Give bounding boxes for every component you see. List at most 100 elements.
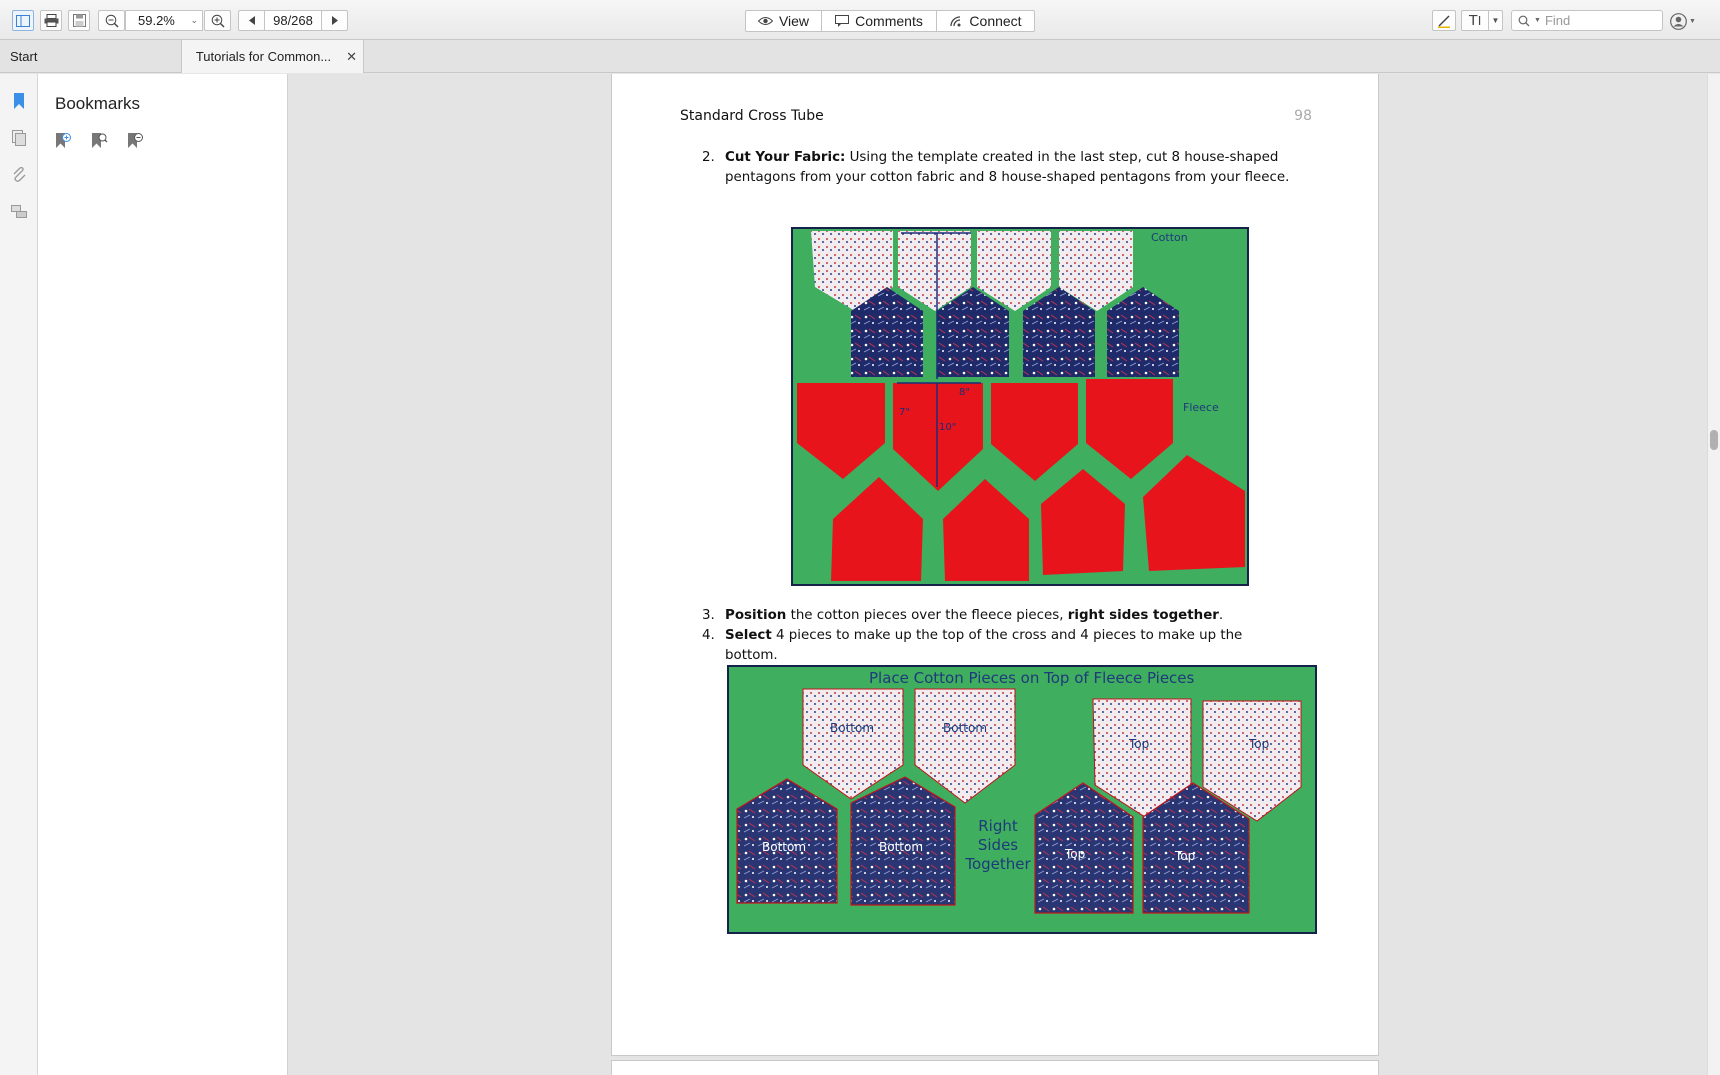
bottom-label: Bottom xyxy=(830,721,875,735)
account-button[interactable]: ▼ xyxy=(1670,11,1698,31)
text-tool-dropdown[interactable]: ▼ xyxy=(1488,10,1503,31)
connect-label: Connect xyxy=(969,13,1022,29)
vertical-scrollbar[interactable] xyxy=(1707,74,1720,1075)
top-label: Top xyxy=(1249,737,1270,751)
navigation-panel-rail xyxy=(0,74,38,1075)
step-bold: Position xyxy=(725,608,787,623)
pencil-icon xyxy=(1438,14,1450,28)
step-bold: right sides together xyxy=(1067,608,1219,623)
search-bookmark-button[interactable] xyxy=(90,132,110,152)
chevron-down-icon: ▼ xyxy=(1491,16,1500,25)
save-button[interactable] xyxy=(68,10,90,31)
dimension-7-label: 7" xyxy=(899,407,910,418)
step-number: 2. xyxy=(702,150,715,165)
comments-button[interactable]: Comments xyxy=(821,10,937,32)
zoom-out-icon xyxy=(105,14,118,27)
label-line: Together xyxy=(965,855,1031,873)
label-line: Sides xyxy=(977,836,1019,854)
pages-panel-button[interactable] xyxy=(10,129,28,147)
comments-label: Comments xyxy=(855,13,923,29)
highlight-tool-button[interactable] xyxy=(1432,10,1456,31)
step-bold: Cut Your Fabric: xyxy=(725,150,846,165)
scrollbar-thumb[interactable] xyxy=(1710,430,1718,450)
dimension-8-label: 8" xyxy=(959,387,970,398)
caret-left-icon xyxy=(248,16,255,25)
bottom-label: Bottom xyxy=(879,840,924,854)
connect-icon xyxy=(950,16,961,27)
print-icon xyxy=(44,14,58,27)
remove-bookmark-button[interactable] xyxy=(126,132,146,152)
bookmarks-panel-button[interactable] xyxy=(10,92,28,110)
attachments-panel-button[interactable] xyxy=(10,166,28,184)
fabric-pieces-illustration xyxy=(797,231,1245,581)
comment-icon xyxy=(835,15,850,27)
chevron-down-icon: ▼ xyxy=(1689,17,1696,25)
add-bookmark-button[interactable] xyxy=(54,132,74,152)
chevron-down-icon: ⌄ xyxy=(190,15,198,25)
user-icon xyxy=(1670,12,1687,30)
text-tool-button[interactable]: TI xyxy=(1461,10,1489,31)
bookmark-search-icon xyxy=(92,133,108,148)
step-text: 4 pieces to make up the top of the cross… xyxy=(725,628,1243,663)
top-label: Top xyxy=(1129,737,1150,751)
label-line: Right xyxy=(978,817,1018,835)
right-sides-together-label: Right Sides Together xyxy=(961,817,1035,874)
page-number-field[interactable]: 98/268 xyxy=(264,10,322,31)
step-body: Position the cotton pieces over the flee… xyxy=(725,606,1295,626)
text-tool-icon: TI xyxy=(1468,12,1482,29)
step-body: Select 4 pieces to make up the top of th… xyxy=(725,626,1295,666)
zoom-out-button[interactable] xyxy=(98,10,125,31)
zoom-in-button[interactable] xyxy=(204,10,231,31)
layers-icon xyxy=(11,205,27,218)
paperclip-icon xyxy=(13,167,26,182)
caret-right-icon xyxy=(331,16,338,25)
layers-panel-button[interactable] xyxy=(10,203,28,221)
eye-icon xyxy=(757,17,773,25)
step-body: Cut Your Fabric: Using the template crea… xyxy=(725,148,1295,188)
top-label: Top xyxy=(1175,849,1196,863)
dimension-10-label: 10" xyxy=(939,422,957,433)
main-toolbar: 59.2% ⌄ 98/268 View Comments Connect TI … xyxy=(0,0,1720,40)
step-text: . xyxy=(1218,608,1224,623)
document-viewport[interactable]: Standard Cross Tube 98 2. Cut Your Fabri… xyxy=(288,74,1707,1075)
figure-title: Place Cotton Pieces on Top of Fleece Pie… xyxy=(869,669,1195,687)
step-number: 4. xyxy=(702,628,715,643)
top-label: Top xyxy=(1065,847,1086,861)
step-bold: Select xyxy=(725,628,772,643)
bottom-label: Bottom xyxy=(762,840,807,854)
view-button[interactable]: View xyxy=(745,10,822,32)
previous-page-button[interactable] xyxy=(238,10,265,31)
print-button[interactable] xyxy=(40,10,62,31)
close-icon[interactable]: ✕ xyxy=(346,40,357,73)
tab-start[interactable]: Start xyxy=(0,40,182,73)
tab-label: Tutorials for Common... xyxy=(195,49,332,64)
find-box[interactable]: ▼ xyxy=(1511,10,1663,31)
step-text: the cotton pieces over the fleece pieces… xyxy=(786,608,1068,623)
step-number: 3. xyxy=(702,608,715,623)
next-pdf-page xyxy=(611,1060,1379,1075)
cotton-label: Cotton xyxy=(1151,231,1188,244)
next-page-button[interactable] xyxy=(321,10,348,31)
fleece-label: Fleece xyxy=(1183,401,1219,414)
document-tab-bar: Start Tutorials for Common... ✕ xyxy=(0,40,1720,73)
connect-button[interactable]: Connect xyxy=(936,10,1035,32)
sidebar-toggle-button[interactable] xyxy=(12,10,34,31)
bookmarks-title: Bookmarks xyxy=(55,94,141,113)
search-icon xyxy=(1518,15,1530,26)
tab-tutorials[interactable]: Tutorials for Common... ✕ xyxy=(182,40,364,73)
zoom-in-icon xyxy=(211,14,224,27)
view-label: View xyxy=(778,13,810,29)
search-options-caret[interactable]: ▼ xyxy=(1534,17,1541,24)
bottom-label: Bottom xyxy=(943,721,988,735)
sidebar-icon xyxy=(16,14,30,27)
zoom-select[interactable]: 59.2% ⌄ xyxy=(125,10,203,31)
right-sides-together-photo: Place Cotton Pieces on Top of Fleece Pie… xyxy=(727,665,1317,934)
pieces-placement-illustration xyxy=(736,688,1302,914)
bookmark-icon xyxy=(14,93,24,109)
tab-label: Start xyxy=(10,49,38,64)
zoom-value: 59.2% xyxy=(138,13,175,28)
find-input[interactable] xyxy=(1544,13,1655,28)
page-number: 98 xyxy=(1294,108,1312,124)
fabric-cutting-photo: Cotton Fleece 8" 10" 7" xyxy=(791,227,1249,586)
page-indicator: 98/268 xyxy=(273,13,313,28)
